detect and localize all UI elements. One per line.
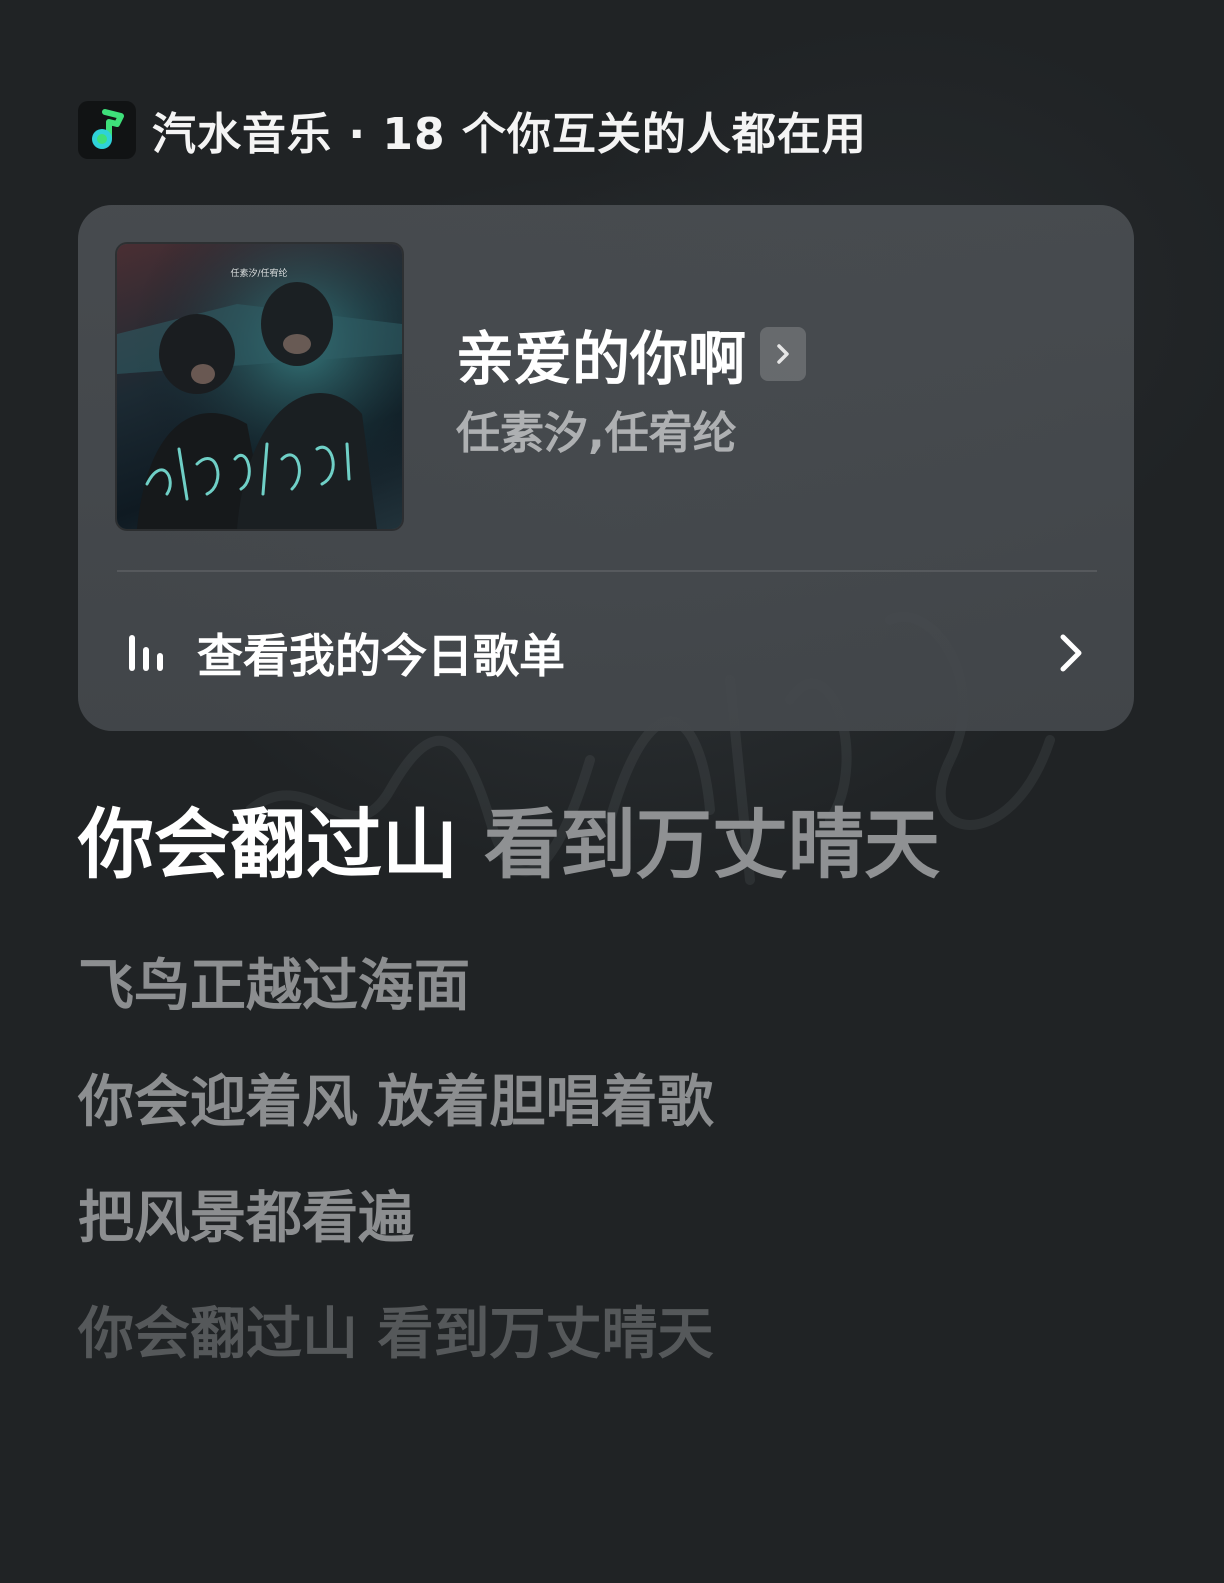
music-note-icon — [92, 109, 124, 149]
song-info: 亲爱的你啊 任素汐,任宥纶 — [456, 317, 1076, 461]
chevron-right-icon[interactable] — [1051, 629, 1091, 677]
header-text: 汽水音乐 · 18 个你互关的人都在用 — [152, 98, 867, 162]
lyric-line[interactable]: 飞鸟正越过海面 — [78, 929, 1158, 1045]
album-cover-art: 任素汐/任宥纶 — [117, 244, 402, 529]
app-name: 汽水音乐 — [152, 109, 332, 160]
title-chevron-button[interactable] — [760, 327, 807, 381]
lyric-line[interactable]: 把风景都看遍 — [78, 1161, 1158, 1277]
daily-playlist-label[interactable]: 查看我的今日歌单 — [197, 620, 1051, 686]
current-lyric-line[interactable]: 你会翻过山 看到万丈晴天 — [78, 795, 1158, 895]
chevron-right-icon — [777, 344, 789, 364]
lyric-sung-part: 你会翻过山 — [78, 800, 458, 889]
header-separator: · — [348, 109, 367, 160]
song-card[interactable]: 任素汐/任宥纶 亲爱的你啊 任素汐,任宥纶 查看我的今日歌单 — [78, 205, 1134, 731]
cover-artist-text: 任素汐/任宥纶 — [230, 267, 287, 279]
audio-bars-icon — [129, 635, 163, 671]
mutual-followers-text: 18 个你互关的人都在用 — [382, 109, 867, 160]
daily-playlist-link[interactable]: 查看我的今日歌单 — [117, 605, 1097, 701]
lyric-line[interactable]: 你会迎着风 放着胆唱着歌 — [78, 1045, 1158, 1161]
album-cover[interactable]: 任素汐/任宥纶 — [117, 244, 402, 529]
app-attribution-header: 汽水音乐 · 18 个你互关的人都在用 — [78, 100, 867, 160]
song-title-row[interactable]: 亲爱的你啊 — [456, 317, 1076, 393]
app-logo — [78, 101, 136, 159]
lyrics-panel: 你会翻过山 看到万丈晴天 飞鸟正越过海面 你会迎着风 放着胆唱着歌 把风景都看遍 … — [78, 795, 1158, 1393]
lyric-line[interactable]: 你会翻过山 看到万丈晴天 — [78, 1277, 1158, 1393]
song-title[interactable]: 亲爱的你啊 — [456, 312, 746, 396]
card-divider — [117, 570, 1097, 572]
song-artist[interactable]: 任素汐,任宥纶 — [456, 397, 1076, 461]
lyric-unsung-part: 看到万丈晴天 — [484, 800, 940, 889]
